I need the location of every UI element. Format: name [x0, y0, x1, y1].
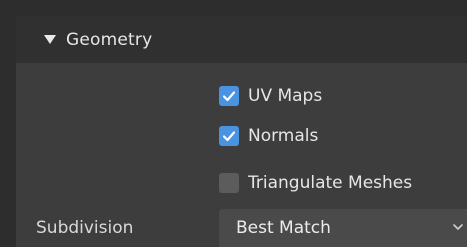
subdivision-label: Subdivision [36, 218, 134, 238]
normals-checkbox[interactable] [219, 126, 239, 146]
chevron-down-icon [453, 224, 463, 231]
disclosure-triangle-icon[interactable] [44, 35, 56, 44]
checkmark-icon [222, 131, 236, 142]
triangulate-meshes-option[interactable]: Triangulate Meshes [219, 170, 412, 196]
normals-option[interactable]: Normals [219, 123, 318, 149]
subdivision-value: Best Match [236, 218, 331, 238]
uv-maps-checkbox[interactable] [219, 86, 239, 106]
uv-maps-option[interactable]: UV Maps [219, 83, 322, 109]
checkmark-icon [222, 91, 236, 102]
triangulate-meshes-label: Triangulate Meshes [248, 173, 413, 193]
subdivision-dropdown[interactable]: Best Match [219, 209, 467, 247]
geometry-panel-header[interactable]: Geometry [16, 16, 467, 63]
normals-label: Normals [248, 126, 319, 146]
properties-area: Geometry UV Maps Normals Triangulate Mes… [0, 0, 467, 247]
uv-maps-label: UV Maps [248, 86, 323, 106]
panel-title: Geometry [66, 29, 153, 50]
triangulate-meshes-checkbox[interactable] [219, 173, 239, 193]
